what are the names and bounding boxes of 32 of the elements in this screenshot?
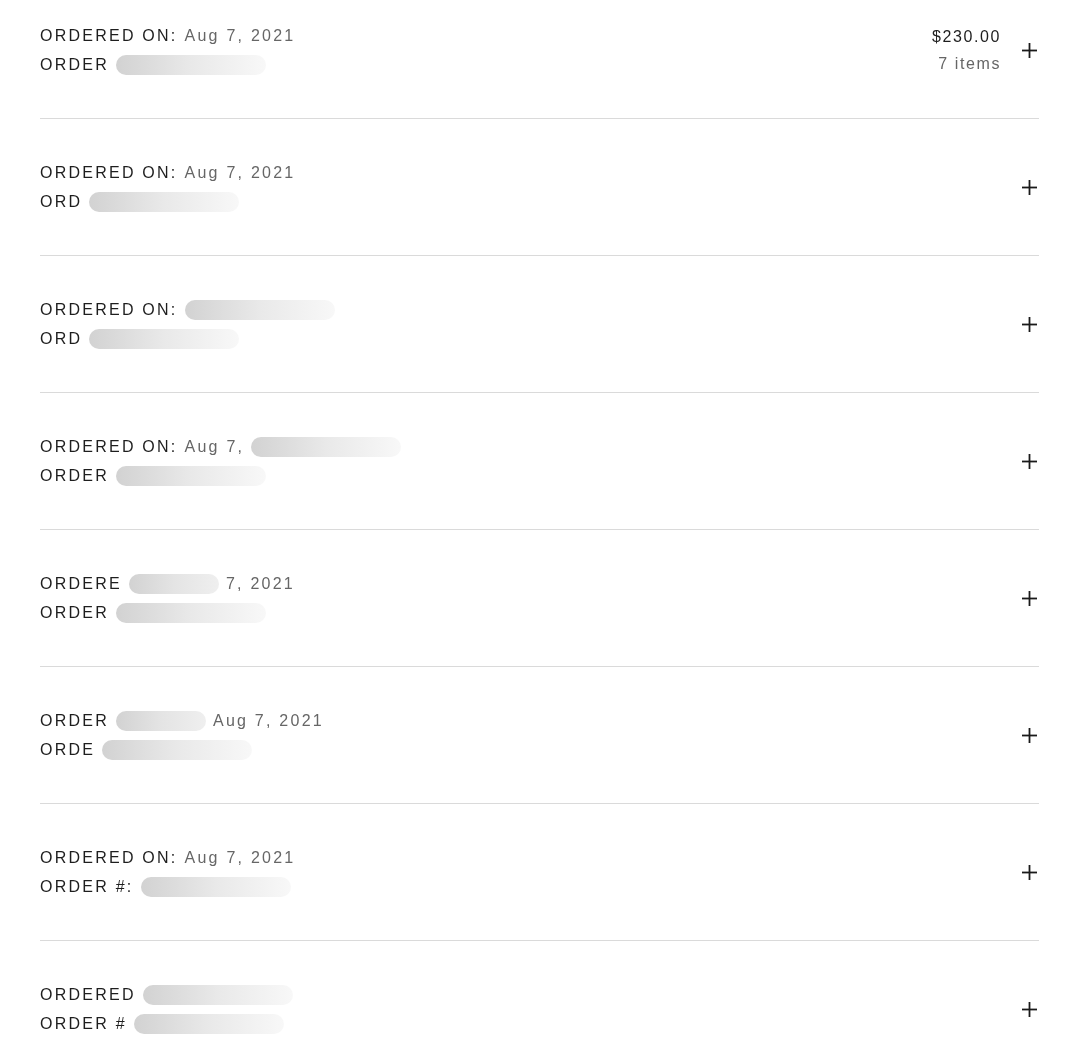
ordered-on-label: ORDER — [40, 710, 109, 731]
ordered-on-label: ORDERED ON: — [40, 436, 178, 457]
plus-icon[interactable] — [1022, 42, 1037, 58]
order-number-label: ORDER — [40, 465, 109, 486]
order-number-label: ORDER — [40, 602, 109, 623]
order-date: Aug 7, 2021 — [184, 847, 296, 868]
order-number-label: ORDER #: — [40, 876, 134, 897]
order-date: Aug 7, 2021 — [184, 25, 296, 46]
order-number-label: ORD — [40, 328, 83, 349]
plus-icon[interactable] — [1022, 864, 1037, 880]
ordered-on-label: ORDERED ON: — [40, 847, 178, 868]
order-number-label: ORD — [40, 191, 83, 212]
plus-icon[interactable] — [1022, 179, 1037, 195]
plus-icon[interactable] — [1022, 316, 1037, 332]
plus-icon[interactable] — [1022, 1001, 1037, 1017]
order-number-label: ORDER — [40, 54, 109, 75]
order-total: $230.00 — [931, 26, 1001, 47]
ordered-on-label: ORDERED ON: — [40, 162, 178, 183]
ordered-on-label: ORDERED — [40, 984, 136, 1005]
plus-icon[interactable] — [1022, 453, 1037, 469]
plus-icon[interactable] — [1022, 727, 1037, 743]
ordered-on-label: ORDERED ON: — [40, 299, 178, 320]
plus-icon[interactable] — [1022, 590, 1037, 606]
order-date: Aug 7, 2021 — [184, 162, 296, 183]
order-date: 7, 2021 — [225, 573, 295, 594]
ordered-on-label: ORDERED ON: — [40, 25, 178, 46]
order-number-label: ORDER # — [40, 1013, 127, 1034]
order-date: Aug 7, — [184, 436, 245, 457]
item-count: 7 items — [938, 53, 1001, 74]
order-number-label: ORDE — [40, 739, 96, 760]
order-date: Aug 7, 2021 — [213, 710, 324, 731]
ordered-on-label: ORDERE — [40, 573, 122, 594]
